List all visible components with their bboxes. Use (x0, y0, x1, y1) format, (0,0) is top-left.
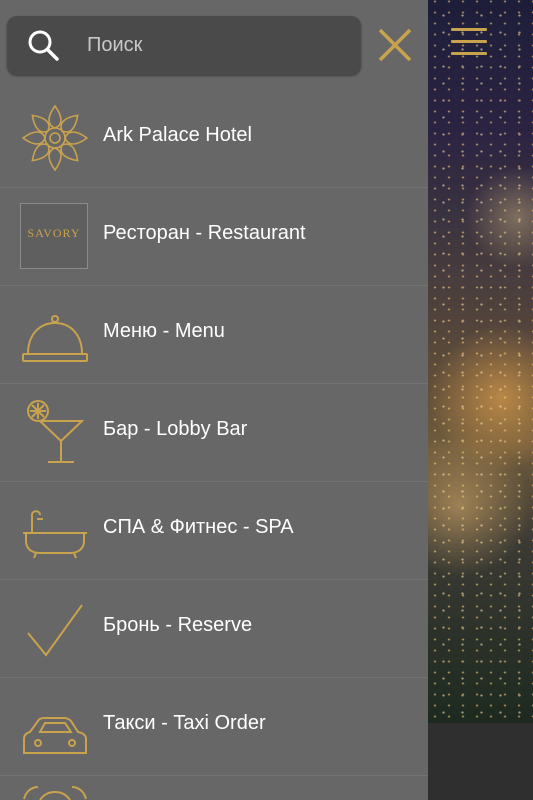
menu-item-label: Меню - Menu (103, 320, 225, 342)
bathtub-icon (23, 510, 87, 559)
menu-item-ark-palace-hotel[interactable]: Ark Palace Hotel (0, 90, 428, 188)
search-icon (28, 30, 59, 61)
menu-item-label: Такси - Taxi Order (103, 712, 266, 734)
menu-item-label: Ark Palace Hotel (103, 124, 252, 146)
savory-logo: SAVORY (20, 203, 88, 269)
menu-item-reserve[interactable]: Бронь - Reserve (0, 580, 428, 678)
close-icon[interactable] (377, 27, 413, 63)
menu-item-menu[interactable]: Меню - Menu (0, 286, 428, 384)
menu-item-restaurant[interactable]: SAVORY Ресторан - Restaurant (0, 188, 428, 286)
background-city-image (428, 0, 533, 723)
cloche-icon (22, 315, 88, 362)
navigation-drawer: Ark Palace Hotel SAVORY Ресторан - Resta… (0, 0, 428, 800)
search-bar (7, 16, 365, 75)
menu-item-spa[interactable]: СПА & Фитнес - SPA (0, 482, 428, 580)
menu-item-label: Бар - Lobby Bar (103, 418, 248, 440)
menu-item-label: Ресторан - Restaurant (103, 222, 306, 244)
menu-item-lobby-bar[interactable]: Бар - Lobby Bar (0, 384, 428, 482)
checkmark-icon (27, 604, 83, 657)
menu-item-label: СПА & Фитнес - SPA (103, 516, 294, 538)
bottom-bar (428, 723, 533, 800)
menu-item-taxi[interactable]: Такси - Taxi Order (0, 678, 428, 776)
cocktail-icon (27, 400, 85, 463)
menu-item-label: Бронь - Reserve (103, 614, 253, 636)
hotel-logo-icon (22, 104, 88, 171)
alarm-clock-icon (23, 786, 87, 800)
hamburger-menu-icon[interactable] (451, 26, 487, 58)
car-icon (23, 717, 87, 754)
search-input[interactable] (79, 16, 365, 75)
